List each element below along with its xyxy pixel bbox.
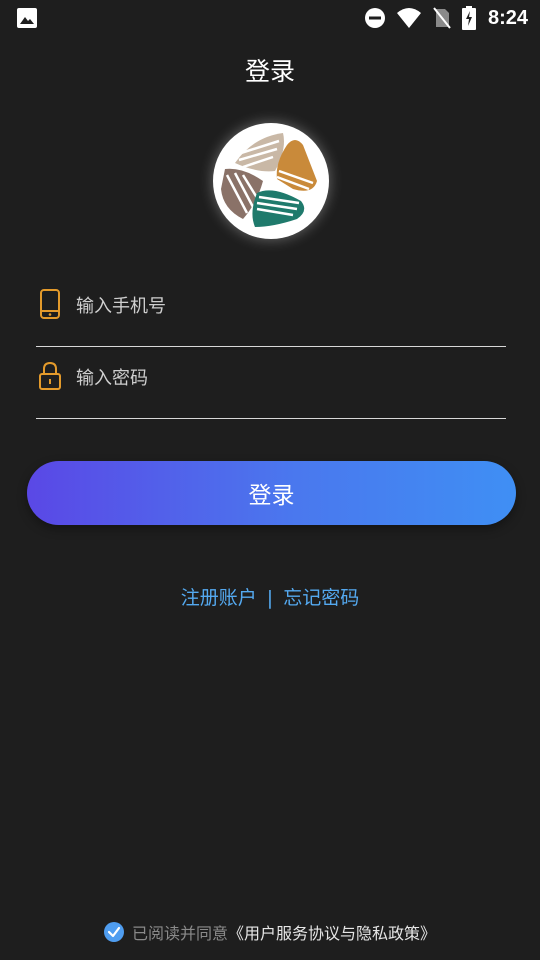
password-field[interactable] bbox=[36, 360, 506, 419]
no-sim-icon bbox=[432, 7, 452, 29]
page-title: 登录 bbox=[244, 57, 295, 86]
agreement-row: 已阅读并同意 《用户服务协议与隐私政策》 bbox=[0, 920, 540, 944]
login-button[interactable]: 登录 bbox=[27, 461, 516, 525]
register-link[interactable]: 注册账户 bbox=[181, 587, 257, 609]
phone-field[interactable] bbox=[36, 288, 506, 347]
gallery-icon bbox=[16, 7, 38, 33]
wifi-icon bbox=[396, 7, 422, 29]
policy-link[interactable]: 《用户服务协议与隐私政策》 bbox=[228, 920, 436, 944]
phone-icon bbox=[38, 288, 62, 324]
password-input[interactable] bbox=[76, 360, 496, 396]
agreement-text: 已阅读并同意 bbox=[131, 924, 228, 943]
phone-input[interactable] bbox=[76, 288, 496, 324]
battery-charging-icon bbox=[461, 6, 476, 30]
lock-icon bbox=[38, 360, 62, 396]
do-not-disturb-icon bbox=[364, 7, 386, 29]
account-links: 注册账户 | 忘记密码 bbox=[0, 583, 540, 610]
agreement-checkbox[interactable] bbox=[103, 922, 124, 942]
forgot-password-link[interactable]: 忘记密码 bbox=[283, 587, 359, 609]
link-separator: | bbox=[266, 587, 274, 609]
checkmark-icon bbox=[107, 926, 121, 938]
status-time: 8:24 bbox=[487, 6, 528, 29]
status-bar: 8:24 bbox=[0, 0, 540, 36]
app-logo-icon bbox=[213, 123, 329, 239]
